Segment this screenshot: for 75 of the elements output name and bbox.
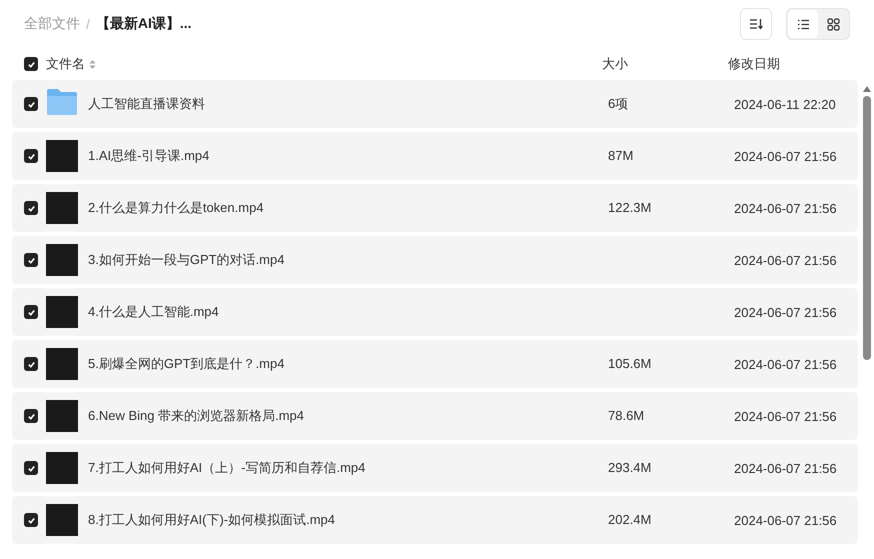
folder-icon [46, 88, 78, 116]
scrollbar-thumb[interactable] [863, 96, 871, 360]
sort-button[interactable] [740, 8, 772, 40]
file-name: 1.AI思维-引导课.mp4 [88, 147, 210, 165]
modified-date: 2024-06-07 21:56 [734, 304, 838, 320]
sort-icon [749, 18, 763, 30]
file-row[interactable]: 5.刷爆全网的GPT到底是什？.mp4 105.6M 2024-06-07 21:56 [12, 340, 858, 388]
video-thumbnail [46, 452, 78, 484]
checkmark-icon [26, 60, 36, 68]
file-size: 78.6M [608, 408, 644, 423]
checkmark-icon [26, 464, 36, 472]
checkbox[interactable] [24, 305, 38, 319]
modified-date: 2024-06-07 21:56 [734, 200, 838, 216]
checkbox[interactable] [24, 253, 38, 267]
file-row[interactable]: 3.如何开始一段与GPT的对话.mp4 2024-06-07 21:56 [12, 236, 858, 284]
checkmark-icon [26, 100, 36, 108]
file-name: 人工智能直播课资料 [88, 95, 206, 113]
checkbox[interactable] [24, 409, 38, 423]
column-header[interactable]: 文件名 [46, 55, 602, 73]
file-row[interactable]: 2.什么是算力什么是token.mp4 122.3M 2024-06-07 21:56 [12, 184, 858, 232]
checkbox[interactable] [24, 57, 38, 71]
checkbox[interactable] [24, 461, 38, 475]
file-name: 4.什么是人工智能.mp4 [88, 303, 220, 321]
video-thumbnail [46, 400, 78, 432]
video-thumbnail [46, 296, 78, 328]
checkmark-icon [26, 308, 36, 316]
video-thumbnail [46, 348, 78, 380]
checkbox[interactable] [24, 357, 38, 371]
video-thumbnail [46, 140, 78, 172]
file-size: 105.6M [608, 356, 652, 371]
current-folder-title: 【最新AI课】... [96, 15, 192, 33]
file-name: 7.打工人如何用好AI（上）-写简历和自荐信.mp4 [88, 459, 366, 477]
file-name: 5.刷爆全网的GPT到底是什？.mp4 [88, 355, 286, 373]
list-icon [796, 18, 810, 30]
file-row[interactable]: 7.打工人如何用好AI（上）-写简历和自荐信.mp4 293.4M 2024-06-07 21:56 [12, 444, 858, 492]
file-row[interactable]: 6.New Bing 带来的浏览器新格局.mp4 78.6M 2024-06-07 21:56 [12, 392, 858, 440]
modified-date: 2024-06-07 21:56 [734, 460, 838, 476]
file-name: 3.如何开始一段与GPT的对话.mp4 [88, 251, 286, 269]
file-size: 6项 [608, 96, 628, 111]
file-row[interactable]: 4.什么是人工智能.mp4 2024-06-07 21:56 [12, 288, 858, 336]
checkbox[interactable] [24, 201, 38, 215]
breadcrumb-separator: / [86, 16, 90, 32]
checkbox[interactable] [24, 97, 38, 111]
checkmark-icon [26, 152, 36, 160]
file-size: 87M [608, 148, 634, 163]
checkmark-icon [26, 516, 36, 524]
video-thumbnail [46, 244, 78, 276]
checkmark-icon [26, 360, 36, 368]
checkbox[interactable] [24, 149, 38, 163]
checkmark-icon [26, 412, 36, 420]
scroll-up-icon[interactable] [863, 86, 871, 92]
file-name: 6.New Bing 带来的浏览器新格局.mp4 [88, 407, 305, 425]
file-name: 8.打工人如何用好AI(下)-如何模拟面试.mp4 [88, 511, 336, 529]
file-row[interactable]: 8.打工人如何用好AI(下)-如何模拟面试.mp4 202.4M 2024-06-07 21:56 [12, 496, 858, 544]
modified-date: 2024-06-11 22:20 [734, 96, 837, 112]
modified-date: 2024-06-07 21:56 [734, 356, 838, 372]
checkbox[interactable] [24, 513, 38, 527]
video-thumbnail [46, 504, 78, 536]
file-size: 122.3M [608, 200, 652, 215]
grid-icon [826, 18, 840, 30]
modified-date: 2024-06-07 21:56 [734, 408, 838, 424]
checkmark-icon [26, 204, 36, 212]
file-size: 293.4M [608, 460, 652, 475]
column-header[interactable]: 修改日期 [728, 55, 848, 73]
modified-date: 2024-06-07 21:56 [734, 512, 838, 528]
list-view-button[interactable] [788, 10, 818, 38]
file-row[interactable]: 1.AI思维-引导课.mp4 87M 2024-06-07 21:56 [12, 132, 858, 180]
file-size: 202.4M [608, 512, 652, 527]
file-name: 2.什么是算力什么是token.mp4 [88, 199, 265, 217]
modified-date: 2024-06-07 21:56 [734, 252, 838, 268]
video-thumbnail [46, 192, 78, 224]
modified-date: 2024-06-07 21:56 [734, 148, 838, 164]
column-header[interactable]: 大小 [602, 55, 728, 73]
file-row[interactable]: 人工智能直播课资料 6项 2024-06-11 22:20 [12, 80, 858, 128]
checkmark-icon [26, 256, 36, 264]
